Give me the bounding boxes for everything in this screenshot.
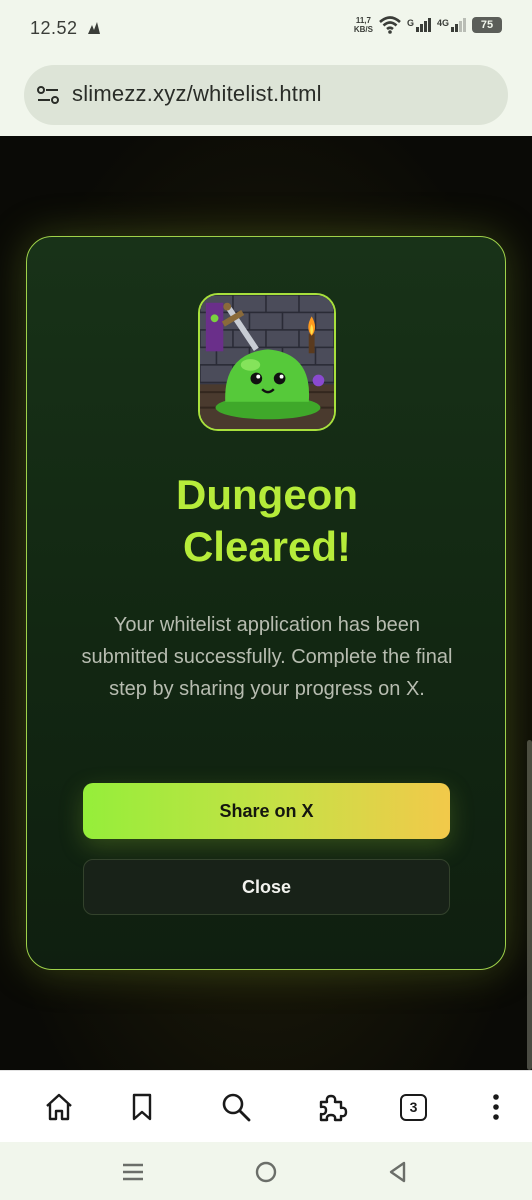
browser-toolbar: slimezz.xyz/whitelist.html [0, 58, 532, 136]
slime-mascot-image [198, 293, 336, 431]
home-nav-icon[interactable] [252, 1158, 280, 1186]
browser-bottom-toolbar: 3 [0, 1070, 532, 1142]
status-icons: 11,7 KB/S G 4G 75 [354, 16, 502, 34]
success-message: Your whitelist application has been subm… [81, 614, 453, 700]
close-button[interactable]: Close [83, 859, 450, 915]
bookmark-icon[interactable] [126, 1091, 158, 1123]
site-settings-icon[interactable] [36, 83, 60, 107]
status-time: 12.52 [30, 18, 78, 38]
extensions-icon[interactable] [316, 1091, 348, 1123]
more-vert-icon[interactable] [480, 1091, 512, 1123]
signal-icon: G [407, 18, 431, 32]
tab-switcher-button[interactable]: 3 [400, 1094, 427, 1121]
notification-icon [88, 22, 100, 34]
network-speed: 11,7 KB/S [353, 16, 373, 34]
home-icon[interactable] [43, 1091, 75, 1123]
address-bar[interactable]: slimezz.xyz/whitelist.html [24, 65, 508, 125]
success-modal: Dungeon Cleared! Your whitelist applicat… [26, 236, 506, 970]
back-icon[interactable] [384, 1158, 412, 1186]
search-icon[interactable] [220, 1091, 252, 1123]
scrollbar[interactable] [527, 740, 532, 1070]
battery-indicator: 75 [472, 17, 502, 33]
status-bar: 12.52 11,7 KB/S G 4G 75 [0, 0, 532, 58]
url-text[interactable]: slimezz.xyz/whitelist.html [72, 81, 322, 107]
wifi-icon [379, 16, 401, 34]
signal-icon-2: 4G [437, 18, 466, 32]
modal-title: Dungeon Cleared! [176, 471, 358, 570]
share-on-x-button[interactable]: Share on X [83, 783, 450, 839]
system-navigation-bar [0, 1142, 532, 1200]
recents-icon[interactable] [119, 1158, 147, 1186]
